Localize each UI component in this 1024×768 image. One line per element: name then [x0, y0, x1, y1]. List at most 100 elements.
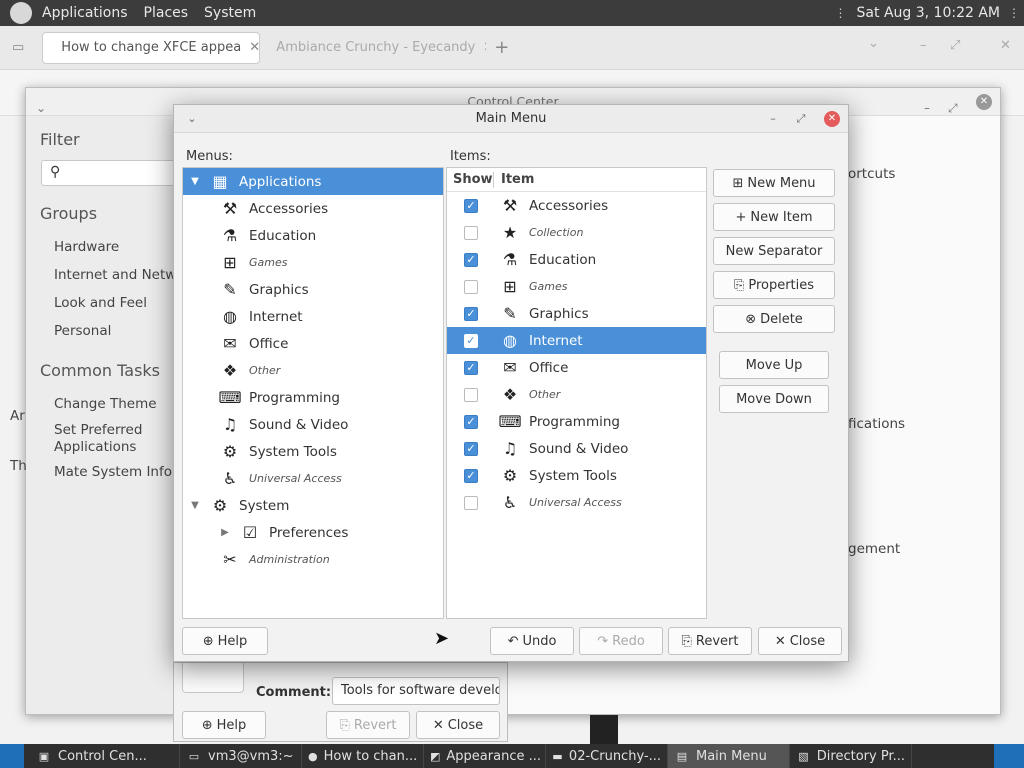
close-icon[interactable]: ✕	[483, 40, 486, 55]
item-icon-button[interactable]	[182, 663, 244, 693]
new-menu-button[interactable]: ⊞ New Menu	[713, 169, 835, 197]
show-desktop-button[interactable]	[0, 744, 24, 768]
show-checkbox[interactable]	[464, 279, 478, 294]
show-checkbox[interactable]	[464, 225, 478, 240]
revert-button[interactable]: ⎘ Revert	[326, 711, 410, 739]
item-row[interactable]: ✓ ⚗ Education	[447, 246, 706, 273]
taskbar-button[interactable]: ▣ Control Cen...	[30, 744, 180, 768]
help-button[interactable]: ⊕ Help	[182, 711, 266, 739]
show-checkbox[interactable]: ✓	[464, 252, 478, 267]
item-row[interactable]: ✓ ◍ Internet	[447, 327, 706, 354]
collapse-arrow-icon[interactable]: ▼	[189, 500, 201, 511]
new-separator-button[interactable]: New Separator	[713, 237, 835, 265]
menu-applications[interactable]: Applications	[34, 5, 136, 21]
taskbar-button[interactable]: ◩ Appearance ...	[424, 744, 546, 768]
collapse-arrow-icon[interactable]: ▼	[189, 176, 201, 187]
maximize-icon[interactable]: ⤢	[948, 94, 958, 122]
menus-tree[interactable]: ▼ ▦ Applications ⚒ Accessories ⚗ Education ⊞ Gam…	[182, 167, 444, 619]
item-row[interactable]: ★ Collection	[447, 219, 706, 246]
maximize-icon[interactable]: ⤢	[793, 111, 809, 127]
menu-tree-item[interactable]: ✎ Graphics	[183, 276, 443, 303]
task-mate-system-info[interactable]: Mate System Info	[54, 464, 172, 480]
taskbar-button[interactable]: ▧ Directory Pr...	[790, 744, 912, 768]
new-tab-icon[interactable]: +	[494, 37, 509, 58]
chevron-down-icon[interactable]: ⌄	[184, 111, 200, 127]
help-button[interactable]: ⊕ Help	[182, 627, 268, 655]
item-row[interactable]: ♿ Universal Access	[447, 489, 706, 516]
item-row[interactable]: ✓ ✎ Graphics	[447, 300, 706, 327]
show-checkbox[interactable]: ✓	[464, 360, 478, 375]
properties-button[interactable]: ⎘ Properties	[713, 271, 835, 299]
browser-tab[interactable]: Ambiance Crunchy - Eyecandy ✕	[266, 32, 486, 64]
browser-tab-active[interactable]: How to change XFCE appea ✕	[42, 31, 261, 64]
taskbar-button[interactable]: ▤ Main Menu	[668, 744, 790, 768]
show-checkbox[interactable]: ✓	[464, 441, 478, 456]
column-show-header[interactable]: Show	[453, 172, 493, 187]
menu-system[interactable]: System	[196, 5, 264, 21]
revert-button[interactable]: ⎘ Revert	[668, 627, 752, 655]
undo-button[interactable]: ↶ Undo	[490, 627, 574, 655]
close-icon[interactable]: ✕	[824, 111, 840, 127]
show-checkbox[interactable]: ✓	[464, 468, 478, 483]
items-list[interactable]: Show Item ✓ ⚒ Accessories ★ Collection ✓ ⚗ Educ…	[446, 167, 707, 619]
task-set-preferred-applications[interactable]: Set Preferred Applications	[54, 422, 164, 456]
new-item-button[interactable]: + New Item	[713, 203, 835, 231]
close-button[interactable]: ✕ Close	[416, 711, 500, 739]
item-row[interactable]: ⊞ Games	[447, 273, 706, 300]
redo-button[interactable]: ↷ Redo	[579, 627, 663, 655]
move-down-button[interactable]: Move Down	[719, 385, 829, 413]
menu-places[interactable]: Places	[136, 5, 197, 21]
taskbar-button[interactable]: ● How to chan...	[302, 744, 424, 768]
group-personal[interactable]: Personal	[54, 323, 111, 339]
item-row[interactable]: ✓ ⚒ Accessories	[447, 192, 706, 219]
chevron-down-icon[interactable]: ⌄	[868, 36, 879, 51]
menu-tree-item[interactable]: ✂ Administration	[183, 546, 443, 573]
menu-tree-item[interactable]: ▶ ☑ Preferences	[183, 519, 443, 546]
group-hardware[interactable]: Hardware	[54, 239, 119, 255]
menu-tree-item[interactable]: ⊞ Games	[183, 249, 443, 276]
close-icon[interactable]: ✕	[976, 94, 992, 110]
filter-input[interactable]: ⚲	[41, 160, 181, 186]
taskbar-button[interactable]: ▭ vm3@vm3:~	[180, 744, 302, 768]
expand-arrow-icon[interactable]: ▶	[219, 527, 231, 538]
menu-tree-item[interactable]: ♿ Universal Access	[183, 465, 443, 492]
task-change-theme[interactable]: Change Theme	[54, 396, 157, 412]
menu-tree-item[interactable]: ⚒ Accessories	[183, 195, 443, 222]
minimize-icon[interactable]: –	[924, 94, 930, 122]
menu-tree-item[interactable]: ✉ Office	[183, 330, 443, 357]
item-row[interactable]: ✓ ⌨ Programming	[447, 408, 706, 435]
column-item-header[interactable]: Item	[501, 172, 534, 187]
show-checkbox[interactable]	[464, 387, 478, 402]
move-up-button[interactable]: Move Up	[719, 351, 829, 379]
tab-overview-icon[interactable]: ▭	[12, 40, 24, 55]
item-row[interactable]: ❖ Other	[447, 381, 706, 408]
minimize-icon[interactable]: –	[920, 38, 927, 53]
close-button[interactable]: ✕ Close	[758, 627, 842, 655]
close-icon[interactable]: ✕	[249, 40, 259, 55]
delete-button[interactable]: ⊗ Delete	[713, 305, 835, 333]
show-checkbox[interactable]	[464, 495, 478, 510]
close-icon[interactable]: ✕	[1000, 38, 1011, 53]
menu-tree-item[interactable]: ◍ Internet	[183, 303, 443, 330]
show-checkbox[interactable]: ✓	[464, 198, 478, 213]
menu-tree-item[interactable]: ▼ ▦ Applications	[183, 168, 443, 195]
comment-input[interactable]: Tools for software develo	[332, 677, 500, 705]
menu-tree-item[interactable]: ⌨ Programming	[183, 384, 443, 411]
item-row[interactable]: ✓ ✉ Office	[447, 354, 706, 381]
workspace-switcher[interactable]	[994, 744, 1024, 768]
clock[interactable]: Sat Aug 3, 10:22 AM	[857, 5, 1000, 21]
item-row[interactable]: ✓ ⚙ System Tools	[447, 462, 706, 489]
menu-tree-item[interactable]: ⚙ System Tools	[183, 438, 443, 465]
show-checkbox[interactable]: ✓	[464, 306, 478, 321]
show-checkbox[interactable]: ✓	[464, 333, 478, 348]
show-checkbox[interactable]: ✓	[464, 414, 478, 429]
menu-tree-item[interactable]: ❖ Other	[183, 357, 443, 384]
maximize-icon[interactable]: ⤢	[950, 38, 960, 53]
taskbar-button[interactable]: ▬ 02-Crunchy-...	[546, 744, 668, 768]
group-look-and-feel[interactable]: Look and Feel	[54, 295, 147, 311]
menu-tree-item[interactable]: ⚗ Education	[183, 222, 443, 249]
menu-tree-item[interactable]: ♫ Sound & Video	[183, 411, 443, 438]
menu-tree-item[interactable]: ▼ ⚙ System	[183, 492, 443, 519]
item-row[interactable]: ✓ ♫ Sound & Video	[447, 435, 706, 462]
gnome-foot-logo-icon[interactable]	[10, 2, 32, 24]
